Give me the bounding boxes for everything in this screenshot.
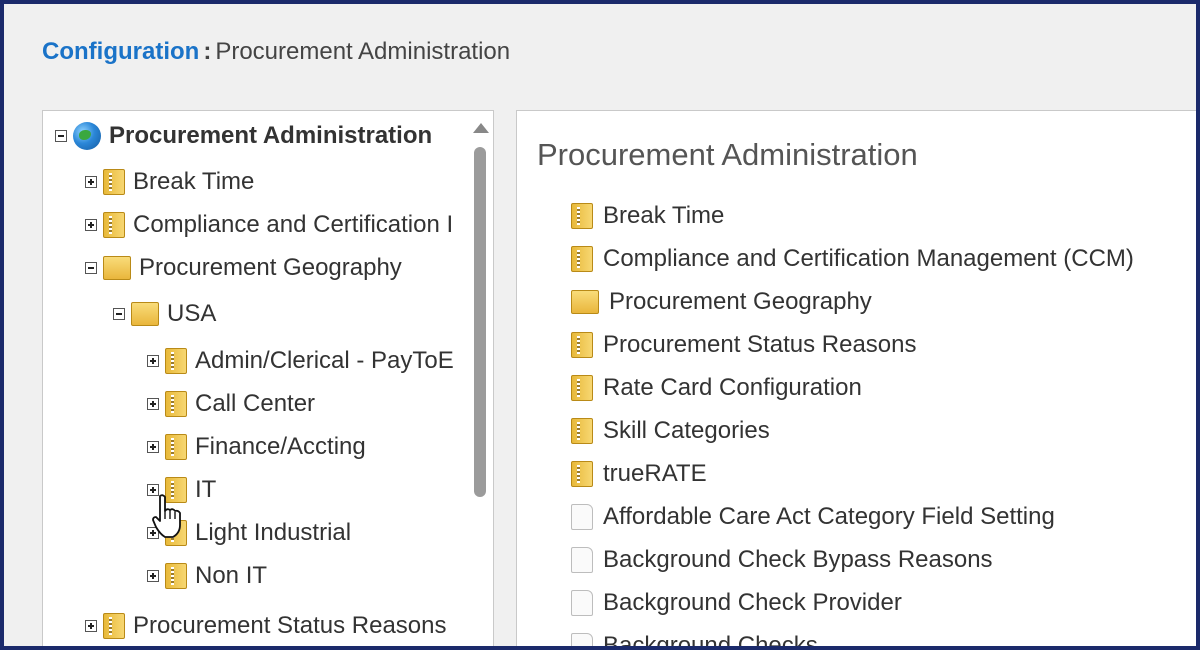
content-item-label: Background Checks bbox=[603, 632, 818, 650]
expand-icon[interactable] bbox=[85, 620, 97, 632]
breadcrumb: Configuration: Procurement Administration bbox=[42, 38, 510, 66]
expand-icon[interactable] bbox=[85, 176, 97, 188]
folder-open-icon bbox=[103, 256, 131, 280]
app-frame: Configuration: Procurement Administration… bbox=[0, 0, 1200, 650]
tree-item-compliance[interactable]: Compliance and Certification I bbox=[85, 208, 453, 242]
content-item-truerate[interactable]: trueRATE bbox=[571, 457, 707, 491]
zip-folder-icon bbox=[103, 613, 125, 639]
content-item-procurement-geography[interactable]: Procurement Geography bbox=[571, 285, 872, 319]
tree-item-label: Break Time bbox=[133, 168, 255, 195]
tree-item-admin-clerical[interactable]: Admin/Clerical - PayToE bbox=[147, 344, 454, 378]
content-item-label: Rate Card Configuration bbox=[603, 374, 862, 401]
tree-scrollbar[interactable] bbox=[471, 119, 489, 646]
content-item-label: Procurement Geography bbox=[609, 288, 872, 315]
tree-item-usa[interactable]: USA bbox=[113, 297, 216, 331]
page-icon bbox=[571, 590, 593, 616]
content-item-skill-categories[interactable]: Skill Categories bbox=[571, 414, 770, 448]
expand-icon[interactable] bbox=[147, 441, 159, 453]
zip-folder-icon bbox=[165, 348, 187, 374]
tree-item-label: Call Center bbox=[195, 390, 316, 417]
tree-item-label: Admin/Clerical - PayToE bbox=[195, 347, 454, 374]
expand-icon[interactable] bbox=[147, 570, 159, 582]
tree-item-break-time[interactable]: Break Time bbox=[85, 165, 254, 199]
tree-panel: Procurement Administration Break Time Co… bbox=[42, 110, 494, 646]
content-item-label: Break Time bbox=[603, 202, 725, 229]
tree-item-label: Non IT bbox=[195, 562, 268, 589]
breadcrumb-link-configuration[interactable]: Configuration bbox=[42, 38, 199, 65]
tree-item-procurement-status-reasons[interactable]: Procurement Status Reasons bbox=[85, 609, 447, 643]
content-item-label: Affordable Care Act Category Field Setti… bbox=[603, 503, 1055, 530]
content-title: Procurement Administration bbox=[537, 137, 918, 172]
tree-item-procurement-geography[interactable]: Procurement Geography bbox=[85, 251, 402, 285]
content-item-bg-check-provider[interactable]: Background Check Provider bbox=[571, 586, 902, 620]
content-item-rate-card[interactable]: Rate Card Configuration bbox=[571, 371, 862, 405]
collapse-icon[interactable] bbox=[113, 308, 125, 320]
tree-item-finance[interactable]: Finance/Accting bbox=[147, 430, 366, 464]
content-item-label: Compliance and Certification Management … bbox=[603, 245, 1134, 272]
expand-icon[interactable] bbox=[147, 355, 159, 367]
content-item-bg-check-bypass[interactable]: Background Check Bypass Reasons bbox=[571, 543, 993, 577]
breadcrumb-current: Procurement Administration bbox=[215, 38, 511, 65]
folder-icon bbox=[571, 290, 599, 314]
zip-folder-icon bbox=[571, 418, 593, 444]
tree-item-label: Light Industrial bbox=[195, 519, 352, 546]
page-icon bbox=[571, 547, 593, 573]
content-item-label: Procurement Status Reasons bbox=[603, 331, 917, 358]
breadcrumb-separator: : bbox=[203, 38, 212, 65]
content-item-bg-checks[interactable]: Background Checks bbox=[571, 629, 818, 650]
tree-item-label: Finance/Accting bbox=[195, 433, 366, 460]
zip-folder-icon bbox=[103, 212, 125, 238]
tree-item-label: USA bbox=[167, 300, 217, 327]
zip-folder-icon bbox=[571, 203, 593, 229]
zip-folder-icon bbox=[571, 461, 593, 487]
zip-folder-icon bbox=[165, 434, 187, 460]
tree-root-label: Procurement Administration bbox=[109, 122, 433, 149]
folder-open-icon bbox=[131, 302, 159, 326]
content-item-aca-setting[interactable]: Affordable Care Act Category Field Setti… bbox=[571, 500, 1055, 534]
zip-folder-icon bbox=[103, 169, 125, 195]
expand-icon[interactable] bbox=[147, 398, 159, 410]
hand-cursor-icon bbox=[152, 494, 181, 538]
zip-folder-icon bbox=[165, 391, 187, 417]
page-icon bbox=[571, 633, 593, 646]
content-item-label: Background Check Bypass Reasons bbox=[603, 546, 993, 573]
expand-icon[interactable] bbox=[85, 219, 97, 231]
scroll-up-arrow-icon[interactable] bbox=[473, 123, 489, 133]
content-item-label: trueRATE bbox=[603, 460, 707, 487]
tree-item-label: Compliance and Certification I bbox=[133, 211, 454, 238]
content-item-break-time[interactable]: Break Time bbox=[571, 199, 724, 233]
tree-item-non-it[interactable]: Non IT bbox=[147, 559, 267, 593]
tree-item-label: Procurement Status Reasons bbox=[133, 612, 447, 639]
tree-item-label: IT bbox=[195, 476, 217, 503]
content-item-procurement-status-reasons[interactable]: Procurement Status Reasons bbox=[571, 328, 917, 362]
tree-root[interactable]: Procurement Administration bbox=[55, 119, 432, 153]
content-item-ccm[interactable]: Compliance and Certification Management … bbox=[571, 242, 1134, 276]
globe-icon bbox=[73, 122, 101, 150]
content-item-label: Background Check Provider bbox=[603, 589, 902, 616]
content-panel: Procurement Administration Break Time Co… bbox=[516, 110, 1196, 650]
zip-folder-icon bbox=[571, 332, 593, 358]
collapse-icon[interactable] bbox=[85, 262, 97, 274]
page-icon bbox=[571, 504, 593, 530]
content-item-label: Skill Categories bbox=[603, 417, 770, 444]
zip-folder-icon bbox=[165, 563, 187, 589]
tree-item-label: Procurement Geography bbox=[139, 254, 402, 281]
zip-folder-icon bbox=[571, 375, 593, 401]
zip-folder-icon bbox=[571, 246, 593, 272]
scroll-thumb[interactable] bbox=[474, 147, 486, 497]
collapse-icon[interactable] bbox=[55, 130, 67, 142]
tree-item-call-center[interactable]: Call Center bbox=[147, 387, 315, 421]
